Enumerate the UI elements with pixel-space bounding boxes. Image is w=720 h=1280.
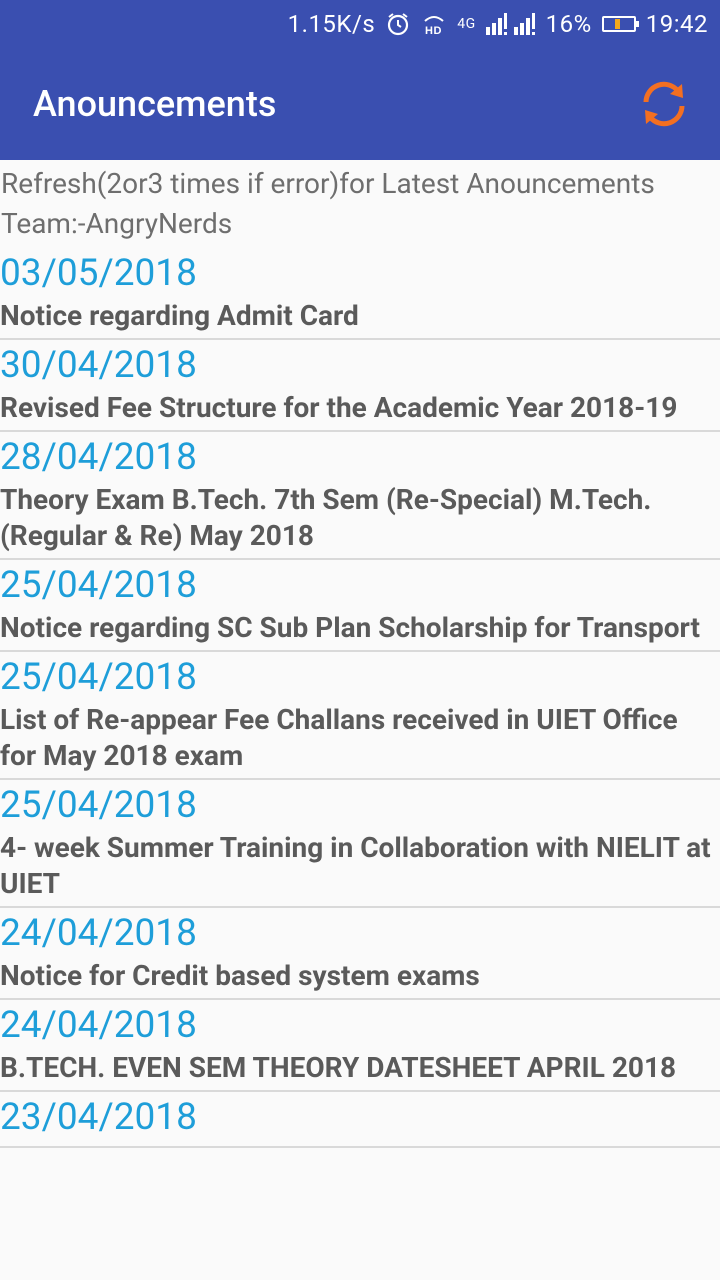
announcement-date: 03/05/2018: [0, 252, 197, 295]
alarm-icon: [385, 11, 411, 37]
announcement-title: List of Re-appear Fee Challans received …: [0, 703, 678, 772]
list-item[interactable]: 23/04/2018: [0, 1092, 720, 1148]
signal-icon: [485, 13, 536, 35]
refresh-icon: [643, 81, 685, 127]
intro-text: Refresh(2or3 times if error)for Latest A…: [0, 160, 720, 244]
announcement-date: 25/04/2018: [0, 784, 197, 827]
announcement-date: 28/04/2018: [0, 436, 197, 479]
announcement-title: B.TECH. EVEN SEM THEORY DATESHEET APRIL …: [0, 1051, 677, 1084]
list-item[interactable]: 24/04/2018 Notice for Credit based syste…: [0, 908, 720, 1000]
announcement-date: 30/04/2018: [0, 344, 197, 387]
list-item[interactable]: 24/04/2018 B.TECH. EVEN SEM THEORY DATES…: [0, 1000, 720, 1092]
refresh-button[interactable]: [636, 76, 692, 132]
announcement-date: 23/04/2018: [0, 1096, 197, 1139]
announcement-date: 24/04/2018: [0, 1004, 197, 1047]
announcement-title: Notice regarding Admit Card: [0, 299, 359, 332]
list-item[interactable]: 03/05/2018 Notice regarding Admit Card: [0, 248, 720, 340]
announcement-title: Revised Fee Structure for the Academic Y…: [0, 391, 678, 424]
list-item[interactable]: 30/04/2018 Revised Fee Structure for the…: [0, 340, 720, 432]
announcement-date: 25/04/2018: [0, 656, 197, 699]
network-type: 4G: [457, 16, 476, 32]
announcement-title: Theory Exam B.Tech. 7th Sem (Re-Special)…: [0, 483, 652, 552]
announcement-date: 25/04/2018: [0, 564, 197, 607]
announcement-title: 4- week Summer Training in Collaboration…: [0, 831, 711, 900]
list-item[interactable]: 25/04/2018 4- week Summer Training in Co…: [0, 780, 720, 908]
list-item[interactable]: 28/04/2018 Theory Exam B.Tech. 7th Sem (…: [0, 432, 720, 560]
announcement-date: 24/04/2018: [0, 912, 197, 955]
status-bar: 1.15K/s HD 4G 16% 19:42: [0, 0, 720, 48]
announcement-title: Notice regarding SC Sub Plan Scholarship…: [0, 611, 700, 644]
list-item[interactable]: 25/04/2018 Notice regarding SC Sub Plan …: [0, 560, 720, 652]
page-title: Anouncements: [33, 83, 277, 125]
announcement-title: Notice for Credit based system exams: [0, 959, 480, 992]
list-item[interactable]: 25/04/2018 List of Re-appear Fee Challan…: [0, 652, 720, 780]
app-bar: Anouncements: [0, 48, 720, 160]
hd-icon: HD: [421, 11, 447, 37]
battery-icon: [601, 16, 639, 32]
team-credit: Team:-AngryNerds: [1, 207, 233, 240]
announcement-list[interactable]: 03/05/2018 Notice regarding Admit Card 3…: [0, 248, 720, 1148]
battery-percent: 16%: [545, 10, 592, 38]
network-speed: 1.15K/s: [287, 10, 376, 38]
refresh-hint: Refresh(2or3 times if error)for Latest A…: [1, 167, 655, 200]
clock: 19:42: [645, 10, 708, 38]
svg-text:HD: HD: [425, 25, 442, 37]
